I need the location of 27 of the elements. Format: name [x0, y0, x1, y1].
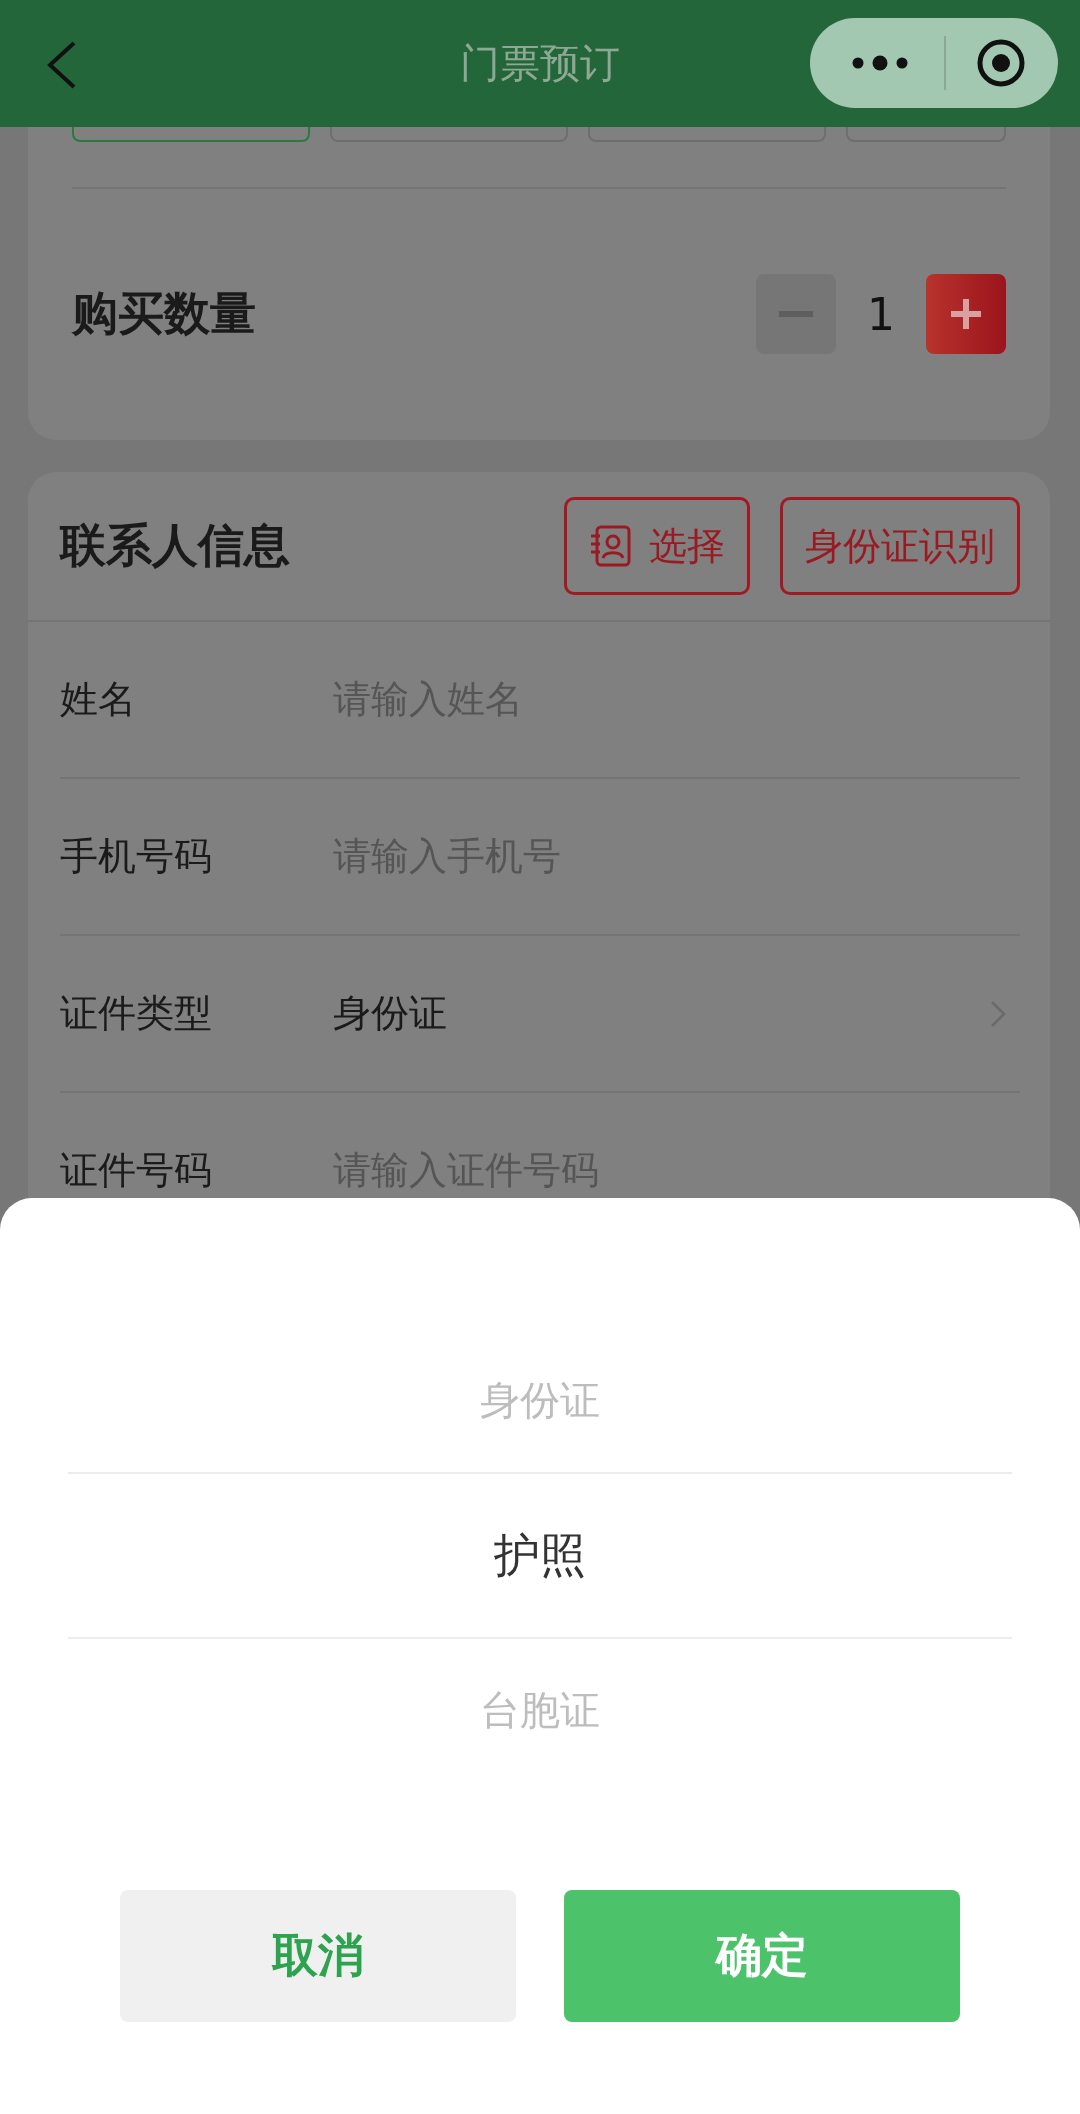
quantity-label: 购买数量: [72, 285, 257, 342]
picker-option[interactable]: 护照: [494, 1524, 586, 1587]
cancel-button[interactable]: 取消: [120, 1890, 516, 2022]
page-title: 门票预订: [460, 39, 620, 88]
ticket-option[interactable]: [72, 127, 310, 142]
plus-icon: [949, 297, 983, 331]
ticket-option[interactable]: [846, 127, 1006, 142]
decrease-button[interactable]: [756, 274, 836, 354]
increase-button[interactable]: [926, 274, 1006, 354]
field-label: 证件号码: [60, 1147, 213, 1194]
confirm-button[interactable]: 确定: [564, 1890, 960, 2022]
contact-book-icon: [589, 524, 633, 568]
minus-icon: [779, 311, 813, 317]
field-label: 证件类型: [60, 990, 213, 1037]
section-title: 联系人信息: [60, 517, 291, 574]
close-icon[interactable]: [976, 38, 1026, 88]
quantity-value: 1: [866, 288, 896, 340]
ticket-option[interactable]: [330, 127, 568, 142]
field-label: 手机号码: [60, 833, 213, 880]
select-contact-button[interactable]: 选择: [564, 497, 750, 595]
id-recognition-button[interactable]: 身份证识别: [780, 497, 1020, 595]
more-icon[interactable]: [852, 55, 908, 71]
picker-option[interactable]: 台胞证: [480, 1683, 600, 1738]
select-field[interactable]: 身份证: [333, 988, 990, 1039]
picker-option[interactable]: 身份证: [480, 1373, 600, 1428]
field-label: 姓名: [60, 676, 137, 723]
ticket-option[interactable]: [588, 127, 826, 142]
